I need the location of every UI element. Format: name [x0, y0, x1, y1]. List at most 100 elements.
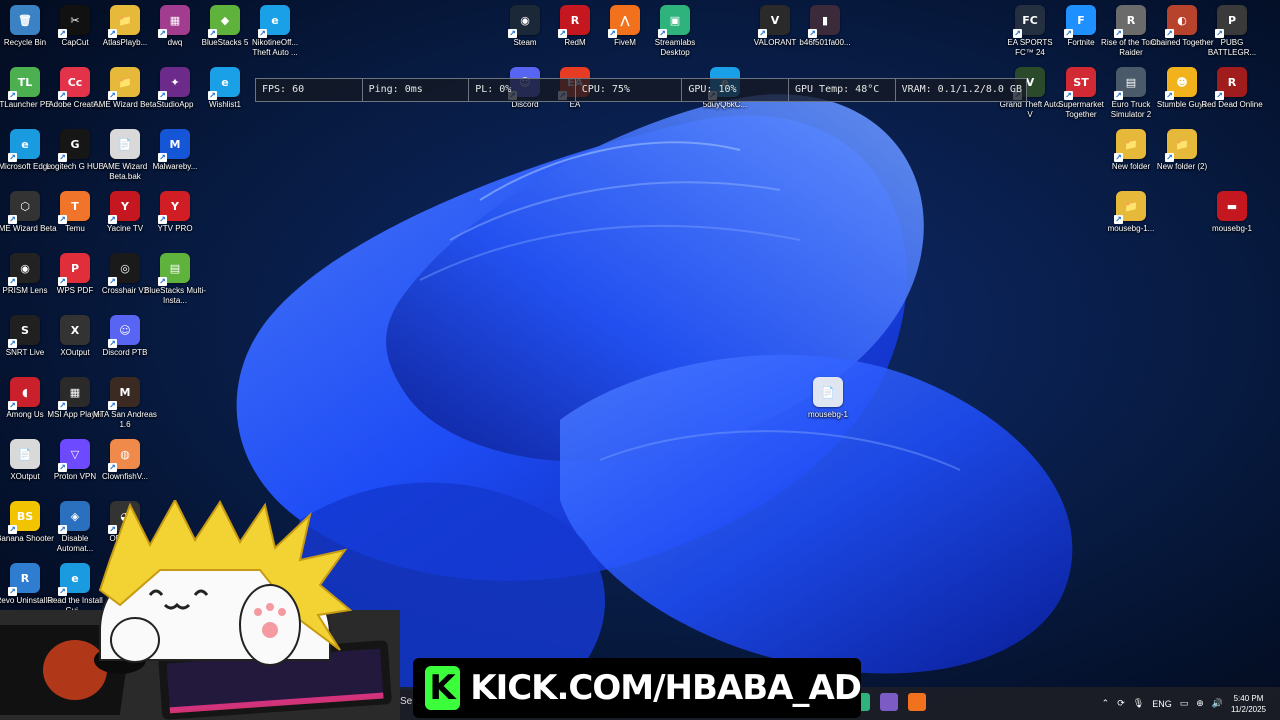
desktop-icon[interactable]: 📁New folder (2): [1153, 129, 1211, 172]
app-icon: TL: [8, 67, 40, 100]
app-icon: ▦: [158, 5, 190, 38]
desktop-icon-label: MTA San Andreas 1.6: [93, 410, 157, 429]
volume-icon[interactable]: 🔊: [1212, 698, 1223, 709]
desktop-icon[interactable]: MMalwareby...: [146, 129, 204, 172]
desktop-icon[interactable]: ▮b46f501fa00...: [796, 5, 854, 48]
app-icon: R: [558, 5, 590, 38]
fivem-taskbar-icon[interactable]: [908, 693, 926, 711]
app-icon: R: [1215, 67, 1247, 100]
app-icon: ▬: [1217, 191, 1247, 221]
network-icon[interactable]: ⊕: [1196, 698, 1204, 709]
fps-readout: FPS: 60: [256, 79, 363, 101]
desktop-icon[interactable]: ▤BlueStacks Multi-Insta...: [144, 253, 206, 306]
desktop-icon-label: BlueStacks Multi-Insta...: [144, 286, 206, 305]
app-icon: 📄: [813, 377, 843, 407]
performance-overlay: FPS: 60 Ping: 0ms PL: 0% CPU: 75% GPU: 1…: [255, 78, 1027, 102]
desktop-icon[interactable]: RRise of the Tomb Raider: [1101, 5, 1161, 58]
desktop-icon[interactable]: YYTV PRO: [146, 191, 204, 234]
desktop-icon-label: YTV PRO: [157, 224, 193, 233]
desktop-icon-label: Wishlist1: [208, 100, 241, 109]
app-icon: 📁: [108, 5, 140, 38]
kick-channel-banner: K KICK.COM/HBABA_AD: [413, 658, 862, 718]
app-icon: ☺: [108, 315, 140, 348]
notepad-taskbar-icon[interactable]: [880, 693, 898, 711]
app-icon: FC: [1013, 5, 1045, 38]
monitor-icon[interactable]: ▭: [1180, 698, 1189, 709]
app-icon: 📁: [1114, 129, 1146, 162]
app-icon: ✦: [158, 67, 190, 100]
desktop-icon-label: mousebg-1: [1211, 224, 1253, 233]
desktop-icon[interactable]: eWishlist1: [196, 67, 254, 110]
desktop-icon-label: New folder (2): [1156, 162, 1208, 171]
app-icon: P: [58, 253, 90, 286]
desktop-icon-label: Malwareby...: [152, 162, 198, 171]
desktop-icon[interactable]: ▣Streamlabs Desktop: [646, 5, 704, 58]
microphone-icon[interactable]: 🎙: [1133, 698, 1144, 709]
app-icon: 📁: [1165, 129, 1197, 162]
desktop-icon[interactable]: ▬ mousebg-1: [1203, 191, 1261, 234]
app-icon: Y: [158, 191, 190, 224]
language-indicator[interactable]: ENG: [1152, 699, 1172, 709]
kick-logo-icon: K: [425, 666, 461, 710]
app-icon: e: [208, 67, 240, 100]
clock-date: 11/2/2025: [1231, 704, 1266, 714]
desktop-icon[interactable]: ▤Euro Truck Simulator 2: [1102, 67, 1160, 120]
system-tray: ⌃ ⟳ 🎙 ENG ▭ ⊕ 🔊 5:40 PM 11/2/2025: [1102, 687, 1280, 720]
app-icon: Cc: [58, 67, 90, 100]
gpu-temp-readout: GPU Temp: 48°C: [789, 79, 896, 101]
gpu-readout: GPU: 10%: [682, 79, 789, 101]
cpu-readout: CPU: 75%: [576, 79, 683, 101]
chevron-up-icon[interactable]: ⌃: [1102, 698, 1110, 709]
app-icon: ◎: [108, 253, 140, 286]
app-icon: ▤: [1114, 67, 1146, 100]
app-icon: ◍: [108, 439, 140, 472]
app-icon: 📁: [1114, 191, 1146, 224]
app-icon: ▤: [158, 253, 190, 286]
app-icon: ⋀: [608, 5, 640, 38]
desktop-icon[interactable]: MMTA San Andreas 1.6: [93, 377, 157, 430]
desktop-icon-label: NikotineOff... Theft Auto ...: [251, 38, 299, 57]
desktop-icon-label: Streamlabs Desktop: [654, 38, 696, 57]
app-icon: F: [1064, 5, 1096, 38]
desktop-icon[interactable]: FCEA SPORTS FC™ 24: [1001, 5, 1059, 58]
app-icon: 📄: [10, 439, 40, 469]
desktop-icon-label: ClownfishV...: [102, 472, 148, 481]
vram-readout: VRAM: 0.1/1.2/8.0 GB: [901, 84, 1022, 95]
app-icon: S: [8, 315, 40, 348]
app-icon: ✂: [58, 5, 90, 38]
app-icon: ▽: [58, 439, 90, 472]
packet-loss-readout: PL: 0%: [469, 79, 576, 101]
ping-readout: Ping: 0ms: [363, 79, 470, 101]
app-icon: T: [58, 191, 90, 224]
kick-channel-url: KICK.COM/HBABA_AD: [470, 668, 862, 708]
app-icon: ◉: [508, 5, 540, 38]
app-icon: R: [1114, 5, 1146, 38]
app-icon: ◖: [8, 377, 40, 410]
desktop-icon[interactable]: ☺Discord PTB: [96, 315, 154, 358]
clock[interactable]: 5:40 PM 11/2/2025: [1231, 693, 1266, 715]
app-icon: V: [758, 5, 790, 38]
desktop-icon[interactable]: eNikotineOff... Theft Auto ...: [246, 5, 304, 58]
desktop-icon-label: b46f501fa00...: [799, 38, 851, 47]
desktop-icon[interactable]: PPUBG BATTLEGR...: [1203, 5, 1261, 58]
app-icon: 📄: [110, 129, 140, 159]
app-icon: e: [8, 129, 40, 162]
desktop-icon-label: Discord PTB: [102, 348, 148, 357]
app-icon: e: [258, 5, 290, 38]
clock-time: 5:40 PM: [1233, 693, 1264, 703]
desktop-icon[interactable]: 📄 mousebg-1: [799, 377, 857, 420]
app-icon: ☻: [1165, 67, 1197, 100]
desktop-icon-label: Red Dead Online: [1201, 100, 1263, 109]
sync-icon[interactable]: ⟳: [1117, 698, 1125, 709]
desktop-icon[interactable]: RRed Dead Online: [1201, 67, 1263, 110]
taskbar-search-partial[interactable]: Se: [400, 696, 412, 707]
desktop-icon[interactable]: ◍ClownfishV...: [96, 439, 154, 482]
desktop-icon[interactable]: 📁mousebg-1...: [1102, 191, 1160, 234]
taskbar-pinned-apps: [852, 693, 926, 711]
app-icon: 📁: [108, 67, 140, 100]
app-icon: ▦: [58, 377, 90, 410]
app-icon: Y: [108, 191, 140, 224]
app-icon: M: [158, 129, 190, 162]
app-icon: M: [108, 377, 140, 410]
app-icon: ◉: [8, 253, 40, 286]
